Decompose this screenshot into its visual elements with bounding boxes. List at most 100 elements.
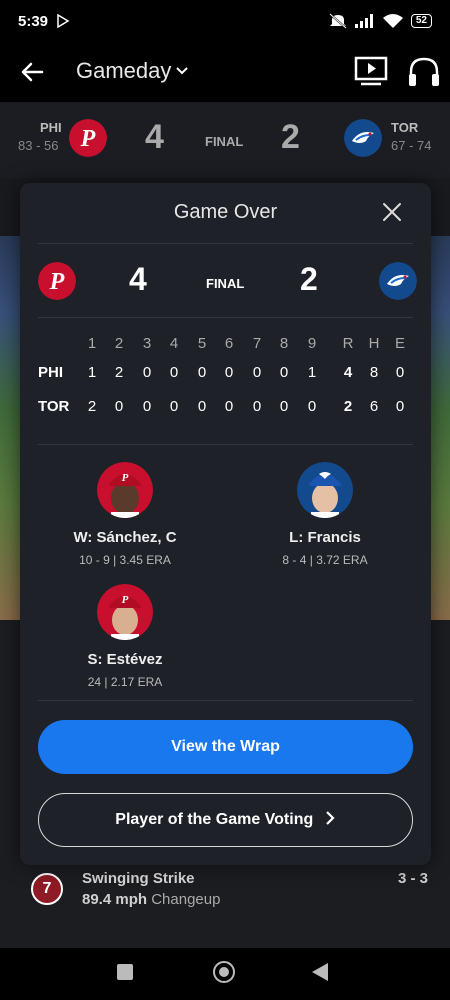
divider — [38, 700, 413, 701]
tv-play-icon[interactable] — [354, 54, 388, 88]
total-hits: 8 — [369, 364, 379, 381]
inning-header: 2 — [114, 335, 124, 352]
linescore-header: 1 2 3 4 5 6 7 8 9 R H E — [20, 335, 431, 355]
inning-header: 6 — [224, 335, 234, 352]
modal-home-score: 2 — [300, 261, 318, 297]
save-pitcher[interactable]: P S: Estévez 24 | 2.17 ERA — [25, 584, 225, 689]
inning-runs: 0 — [279, 398, 289, 415]
linescore-team: TOR — [38, 398, 70, 415]
inning-header: 7 — [252, 335, 262, 352]
modal-away-score: 4 — [129, 261, 147, 297]
chevron-right-icon — [325, 811, 335, 825]
svg-text:P: P — [122, 594, 129, 606]
linescore-team: PHI — [38, 364, 64, 381]
home-button[interactable] — [213, 961, 235, 983]
headphones-icon[interactable] — [406, 54, 442, 90]
inning-runs: 0 — [169, 364, 179, 381]
pitcher-stats: 10 - 9 | 3.45 ERA — [79, 553, 171, 567]
total-errors: 0 — [395, 364, 405, 381]
view-wrap-button[interactable]: View the Wrap — [38, 720, 413, 774]
svg-text:P: P — [80, 126, 96, 152]
phillies-logo-icon: P — [38, 262, 76, 300]
recents-button[interactable] — [117, 964, 133, 980]
inning-header: 3 — [142, 335, 152, 352]
modal-title: Game Over — [173, 201, 278, 223]
voting-button-label: Player of the Game Voting — [115, 811, 314, 828]
hits-header: H — [368, 335, 380, 352]
close-icon[interactable] — [380, 200, 404, 224]
inning-runs: 0 — [169, 398, 179, 415]
winning-pitcher[interactable]: P W: Sánchez, C 10 - 9 | 3.45 ERA — [25, 462, 225, 567]
away-team-abbr: PHI — [40, 120, 62, 135]
away-score: 4 — [145, 118, 164, 156]
inning-runs: 0 — [224, 398, 234, 415]
inning-runs: 1 — [87, 364, 97, 381]
chevron-down-icon — [176, 67, 189, 75]
home-team-abbr: TOR — [391, 120, 419, 135]
home-score: 2 — [281, 118, 300, 156]
inning-runs: 0 — [252, 364, 262, 381]
pitch-event-row: 7 Swinging Strike 89.4 mph Changeup 3 - … — [0, 862, 450, 948]
inning-header: 8 — [279, 335, 289, 352]
inning-runs: 0 — [279, 364, 289, 381]
linescore-row-away: PHI 1 2 0 0 0 0 0 0 1 4 8 0 — [20, 364, 431, 384]
pitch-result: Swinging Strike — [82, 870, 195, 887]
pitcher-stats: 8 - 4 | 3.72 ERA — [282, 553, 368, 567]
inning-runs: 0 — [252, 398, 262, 415]
pitcher-stats: 24 | 2.17 ERA — [87, 675, 163, 689]
signal-icon — [354, 14, 373, 28]
play-store-icon — [57, 14, 70, 28]
runs-header: R — [342, 335, 354, 352]
mute-icon — [329, 13, 347, 29]
inning-header: 5 — [197, 335, 207, 352]
inning-runs: 0 — [114, 398, 124, 415]
total-hits: 6 — [369, 398, 379, 415]
inning-runs: 0 — [307, 398, 317, 415]
away-team-record: 83 - 56 — [18, 138, 59, 153]
game-over-modal: Game Over P 4 FINAL 2 1 2 3 4 5 6 7 8 9 … — [20, 183, 431, 865]
app-title: Gameday — [76, 58, 172, 83]
status-time: 5:39 — [18, 12, 49, 30]
pitch-detail: 89.4 mph Changeup — [82, 891, 220, 908]
back-arrow-icon[interactable] — [18, 58, 46, 86]
inning-header: 1 — [87, 335, 97, 352]
inning-runs: 2 — [114, 364, 124, 381]
total-runs: 4 — [343, 364, 353, 381]
total-errors: 0 — [395, 398, 405, 415]
inning-runs: 2 — [87, 398, 97, 415]
modal-game-status: FINAL — [206, 276, 245, 291]
pitcher-name: L: Francis — [289, 529, 361, 546]
game-status: FINAL — [205, 134, 244, 149]
phillies-logo-icon: P — [69, 119, 107, 157]
wifi-icon — [382, 14, 403, 28]
player-of-game-voting-button[interactable]: Player of the Game Voting — [38, 793, 413, 847]
app-bar: Gameday — [0, 42, 450, 102]
total-runs: 2 — [343, 398, 353, 415]
losing-pitcher[interactable]: L: Francis 8 - 4 | 3.72 ERA — [225, 462, 425, 567]
svg-text:P: P — [122, 472, 129, 484]
pitch-count: 3 - 3 — [398, 870, 429, 887]
gameday-dropdown[interactable]: Gameday — [76, 58, 189, 84]
pitch-speed: 89.4 mph — [82, 891, 148, 908]
avatar: P — [97, 462, 153, 518]
home-team-record: 67 - 74 — [391, 138, 432, 153]
inning-header: 9 — [307, 335, 317, 352]
pitcher-name: S: Estévez — [87, 651, 163, 668]
svg-text:P: P — [49, 269, 65, 295]
inning-runs: 0 — [197, 364, 207, 381]
inning-runs: 1 — [307, 364, 317, 381]
inning-runs: 0 — [224, 364, 234, 381]
battery-indicator: 52 — [410, 14, 432, 28]
divider — [38, 243, 413, 244]
bluejays-logo-icon — [379, 262, 417, 300]
status-bar: 5:39 52 — [0, 0, 450, 42]
system-back-button[interactable] — [312, 963, 328, 981]
errors-header: E — [394, 335, 405, 352]
inning-runs: 0 — [197, 398, 207, 415]
inning-runs: 0 — [142, 364, 152, 381]
avatar: P — [97, 584, 153, 640]
inning-header: 4 — [169, 335, 179, 352]
pitch-number-badge: 7 — [31, 873, 63, 905]
system-nav-bar — [0, 948, 450, 1000]
pitcher-name: W: Sánchez, C — [73, 529, 177, 546]
